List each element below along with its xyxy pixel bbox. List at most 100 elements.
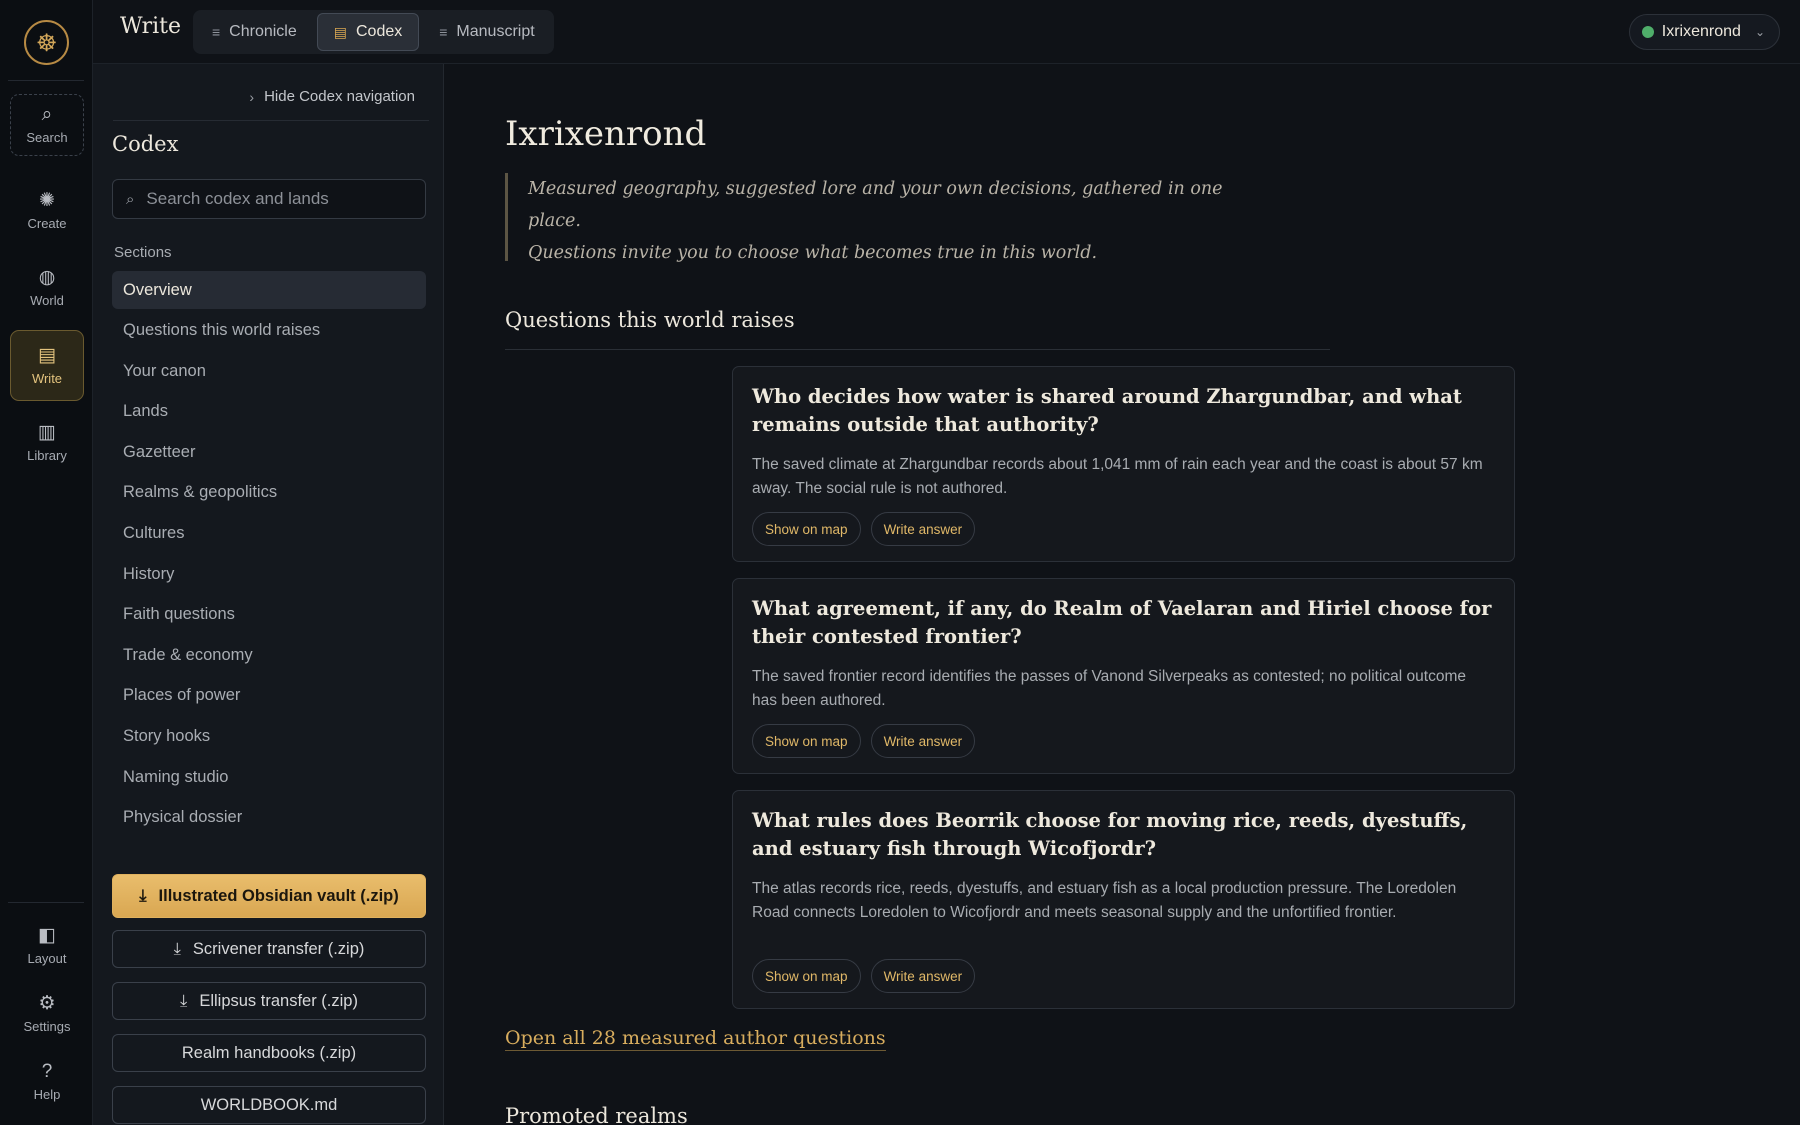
question-body: The saved climate at Zhargundbar records…	[752, 456, 1483, 497]
user-name: Ixrixenrond	[1661, 23, 1741, 40]
nav-item-overview[interactable]: Overview	[112, 271, 426, 309]
rail-layout-button[interactable]: ◧ Layout	[10, 915, 84, 977]
codex-sidebar: › Hide Codex navigation Codex ⌕ Search c…	[93, 64, 444, 1125]
tab-codex[interactable]: ▤ Codex	[316, 13, 420, 51]
rail-layout-label: Layout	[27, 951, 67, 966]
nav-item-lands[interactable]: Lands	[112, 393, 426, 431]
rail-create-label: Create	[27, 216, 67, 231]
export-ellipsus-label: Ellipsus transfer (.zip)	[199, 991, 358, 1010]
question-title: Who decides how water is shared around Z…	[752, 385, 1462, 436]
globe-icon: ◍	[38, 267, 56, 288]
export-worldbook-label: WORLDBOOK.md	[200, 1095, 338, 1114]
nav-item-canon[interactable]: Your canon	[112, 352, 426, 390]
export-buttons: ⤓ Illustrated Obsidian vault (.zip) ⤓ Sc…	[112, 874, 426, 1125]
nav-item-places-of-power[interactable]: Places of power	[112, 677, 426, 715]
nav-item-physical-dossier[interactable]: Physical dossier	[112, 799, 426, 837]
question-title: What rules does Beorrik choose for movin…	[752, 809, 1468, 860]
nav-item-naming-studio[interactable]: Naming studio	[112, 758, 426, 796]
rail-write-button[interactable]: ▤ Write	[10, 330, 84, 401]
sliders-icon: ≡	[439, 24, 448, 40]
chevron-right-icon: ›	[249, 88, 255, 105]
intro-line: Questions invite you to choose what beco…	[528, 243, 1098, 263]
nav-item-faith[interactable]: Faith questions	[112, 596, 426, 634]
nav-item-questions[interactable]: Questions this world raises	[112, 312, 426, 350]
write-answer-button[interactable]: Write answer	[870, 724, 976, 758]
sparkle-icon: ✺	[39, 190, 55, 211]
rail-divider	[8, 902, 84, 903]
rail-settings-button[interactable]: ⚙ Settings	[10, 983, 84, 1045]
divider	[505, 349, 1330, 350]
top-bar: Write ≡ Chronicle ▤ Codex ≡ Manuscript I…	[93, 0, 1800, 64]
export-ellipsus-button[interactable]: ⤓ Ellipsus transfer (.zip)	[112, 982, 426, 1020]
codex-search-placeholder: Search codex and lands	[146, 189, 329, 208]
download-icon: ⤓	[173, 939, 181, 958]
rail-library-button[interactable]: ▥ Library	[10, 412, 84, 474]
tab-codex-label: Codex	[356, 23, 403, 40]
user-menu-button[interactable]: Ixrixenrond ⌄	[1628, 14, 1780, 50]
rail-world-button[interactable]: ◍ World	[10, 257, 84, 319]
rail-library-label: Library	[27, 448, 67, 463]
tab-manuscript-label: Manuscript	[456, 23, 535, 40]
rail-write-label: Write	[31, 370, 63, 386]
show-on-map-button[interactable]: Show on map	[752, 512, 861, 546]
nav-item-realms[interactable]: Realms & geopolitics	[112, 474, 426, 512]
codex-section-nav: Overview Questions this world raises You…	[112, 271, 426, 839]
tab-chronicle-label: Chronicle	[229, 23, 297, 40]
codex-search-input[interactable]: ⌕ Search codex and lands	[112, 179, 426, 219]
write-answer-button[interactable]: Write answer	[870, 959, 976, 993]
world-title: Ixrixenrond	[505, 114, 707, 154]
promoted-realms-heading: Promoted realms	[505, 1104, 688, 1125]
export-scrivener-label: Scrivener transfer (.zip)	[192, 939, 365, 958]
nav-item-history[interactable]: History	[112, 555, 426, 593]
export-handbooks-button[interactable]: Realm handbooks (.zip)	[112, 1034, 426, 1072]
app-rail: ☸ ⌕ Search ✺ Create ◍ World ▤ Write ▥ Li…	[0, 0, 93, 1125]
hide-codex-nav-button[interactable]: › Hide Codex navigation	[249, 88, 415, 105]
question-card: What agreement, if any, do Realm of Vael…	[732, 578, 1515, 774]
book-icon: ▤	[333, 23, 347, 40]
download-icon: ⤓	[139, 886, 147, 905]
hide-codex-nav-label: Hide Codex navigation	[264, 88, 415, 105]
layout-icon: ◧	[38, 925, 56, 946]
nav-item-trade[interactable]: Trade & economy	[112, 636, 426, 674]
mode-tabs: ≡ Chronicle ▤ Codex ≡ Manuscript	[193, 10, 554, 54]
question-body: The saved frontier record identifies the…	[752, 668, 1466, 709]
chevron-down-icon: ⌄	[1754, 25, 1765, 39]
nav-item-cultures[interactable]: Cultures	[112, 515, 426, 553]
question-body: The atlas records rice, reeds, dyestuffs…	[752, 880, 1457, 921]
intro-line: Measured geography, suggested lore and y…	[528, 179, 1223, 231]
nav-item-gazetteer[interactable]: Gazetteer	[112, 433, 426, 471]
help-icon: ?	[41, 1061, 53, 1082]
rail-help-label: Help	[33, 1087, 61, 1102]
rail-create-button[interactable]: ✺ Create	[10, 180, 84, 242]
rail-search-button[interactable]: ⌕ Search	[10, 94, 84, 156]
export-obsidian-button[interactable]: ⤓ Illustrated Obsidian vault (.zip)	[112, 874, 426, 918]
intro-quote: Measured geography, suggested lore and y…	[505, 173, 1225, 263]
nav-item-story-hooks[interactable]: Story hooks	[112, 718, 426, 756]
book-icon: ▤	[38, 344, 56, 366]
show-on-map-button[interactable]: Show on map	[752, 724, 861, 758]
export-handbooks-label: Realm handbooks (.zip)	[181, 1043, 357, 1062]
show-on-map-button[interactable]: Show on map	[752, 959, 861, 993]
rail-help-button[interactable]: ? Help	[10, 1051, 84, 1113]
export-obsidian-label: Illustrated Obsidian vault (.zip)	[158, 886, 399, 905]
write-answer-button[interactable]: Write answer	[870, 512, 976, 546]
compass-logo[interactable]: ☸	[24, 20, 69, 65]
gear-icon: ⚙	[38, 993, 56, 1014]
export-scrivener-button[interactable]: ⤓ Scrivener transfer (.zip)	[112, 930, 426, 968]
sliders-icon: ≡	[212, 24, 221, 40]
rail-settings-label: Settings	[23, 1019, 71, 1034]
codex-title: Codex	[112, 132, 179, 156]
library-icon: ▥	[38, 422, 56, 443]
tab-manuscript[interactable]: ≡ Manuscript	[423, 13, 550, 51]
export-worldbook-button[interactable]: WORLDBOOK.md	[112, 1086, 426, 1124]
question-title: What agreement, if any, do Realm of Vael…	[752, 597, 1492, 648]
search-icon: ⌕	[126, 190, 135, 208]
main-content: Ixrixenrond Measured geography, suggeste…	[445, 64, 1800, 1125]
search-icon: ⌕	[41, 104, 53, 125]
rail-divider	[8, 80, 84, 81]
question-card: Who decides how water is shared around Z…	[732, 366, 1515, 562]
open-all-questions-link[interactable]: Open all 28 measured author questions	[505, 1027, 886, 1051]
online-status-dot	[1641, 26, 1654, 38]
sections-label: Sections	[114, 244, 172, 261]
tab-chronicle[interactable]: ≡ Chronicle	[196, 13, 313, 51]
